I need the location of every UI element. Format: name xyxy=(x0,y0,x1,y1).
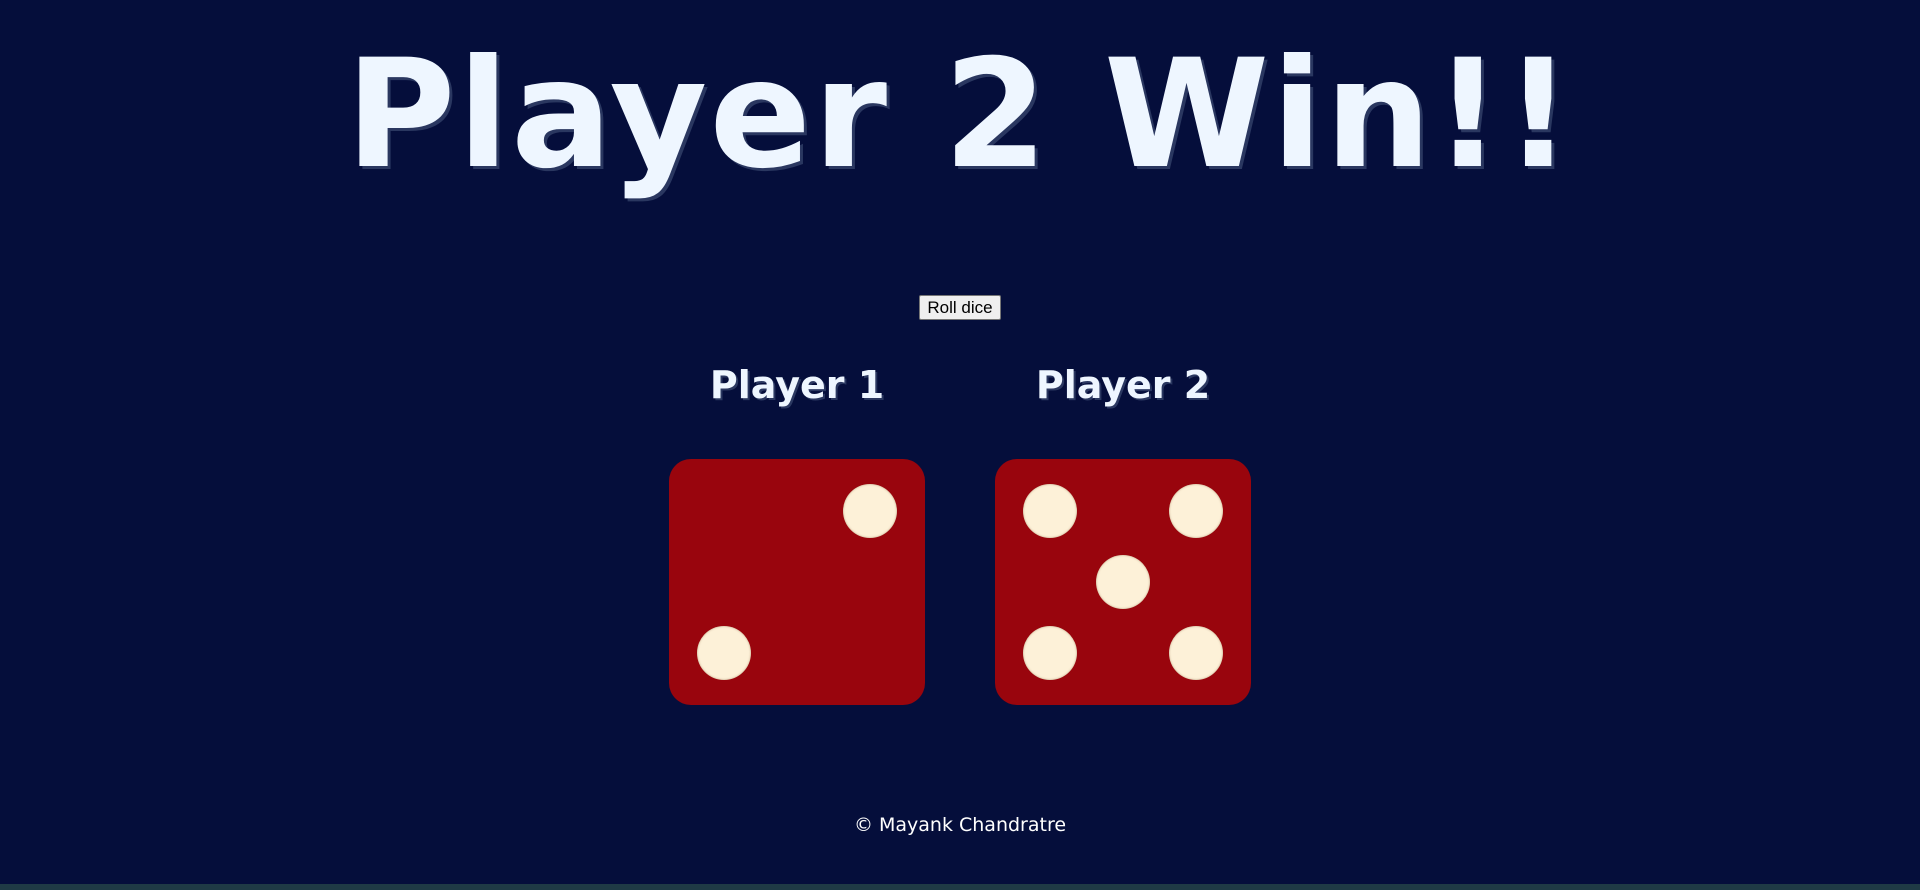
die-pip xyxy=(1023,626,1077,680)
die-pip xyxy=(1023,484,1077,538)
die-pip xyxy=(1169,484,1223,538)
die-pip xyxy=(697,626,751,680)
player-1-die xyxy=(669,459,925,705)
die-pip xyxy=(843,484,897,538)
bottom-edge-strip xyxy=(0,884,1920,890)
player-2-label: Player 2 xyxy=(1035,363,1211,407)
die-pip xyxy=(1096,555,1150,609)
player-1-label: Player 1 xyxy=(709,363,885,407)
roll-dice-button[interactable]: Roll dice xyxy=(919,295,1001,320)
player-2-die xyxy=(995,459,1251,705)
result-heading: Player 2 Win!! xyxy=(345,28,1575,202)
copyright-footer: © Mayank Chandratre xyxy=(853,814,1067,836)
die-pip xyxy=(1169,626,1223,680)
